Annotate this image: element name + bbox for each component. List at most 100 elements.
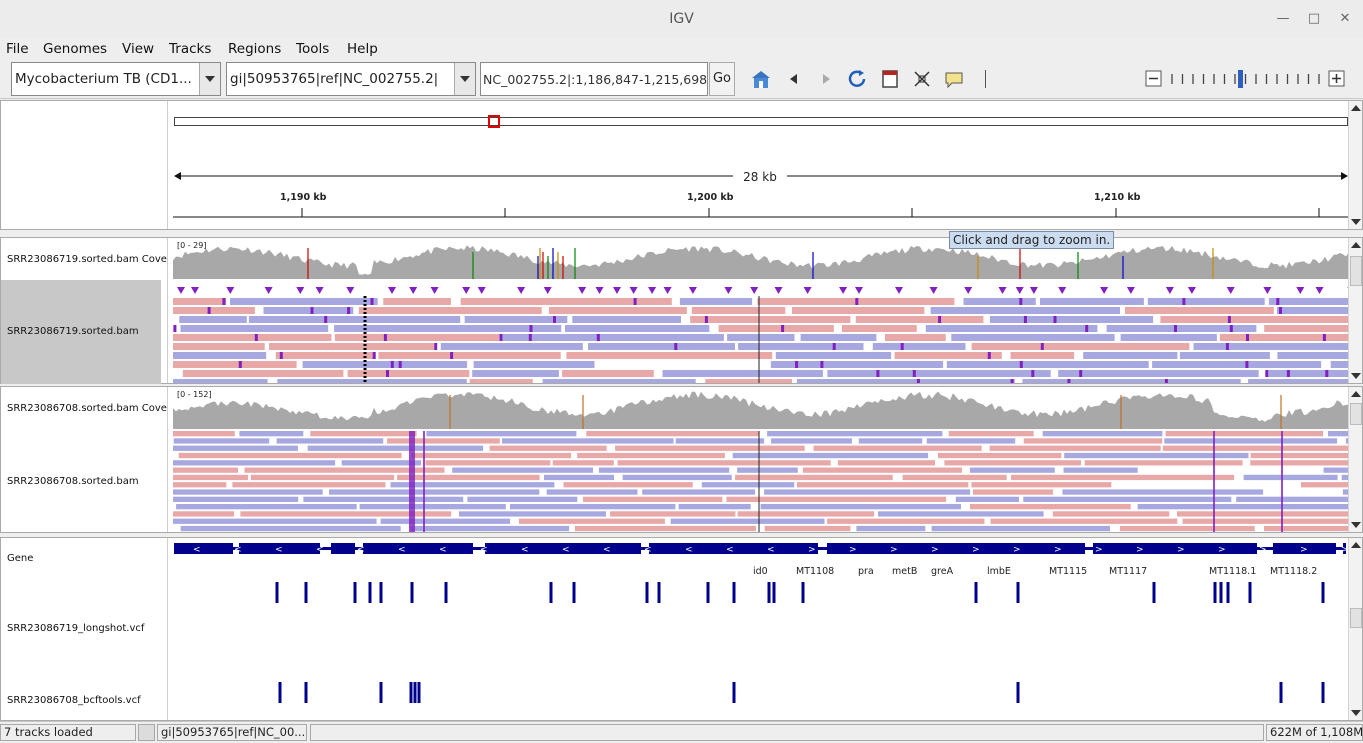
menu-genomes[interactable]: Genomes xyxy=(43,41,107,57)
back-icon[interactable] xyxy=(783,68,805,90)
read xyxy=(546,489,638,495)
insertion-marker xyxy=(430,287,439,294)
menu-regions[interactable]: Regions xyxy=(228,41,281,57)
read xyxy=(1119,525,1255,532)
insertion-marker xyxy=(409,287,418,294)
alignment-view-1[interactable] xyxy=(173,238,1349,383)
minimize-button[interactable]: — xyxy=(1274,10,1292,28)
close-button[interactable]: ✕ xyxy=(1336,10,1354,28)
insertion-marker xyxy=(674,343,678,350)
read xyxy=(1268,370,1349,377)
insertion-marker xyxy=(876,370,880,377)
read xyxy=(380,518,511,524)
insertion-marker xyxy=(346,287,355,294)
insertion-marker xyxy=(1058,287,1067,294)
variant-marker xyxy=(304,682,308,703)
read xyxy=(1250,452,1349,459)
read xyxy=(938,452,1062,459)
insertion-marker xyxy=(1182,298,1186,305)
resize-icon[interactable] xyxy=(911,68,933,90)
read xyxy=(894,352,1002,359)
read xyxy=(277,379,467,383)
read xyxy=(615,445,805,451)
feature-data-area[interactable]: < < < < < < < < < < < < < < < > > > > > > > > > > > > > > id0 MT1108… xyxy=(173,538,1349,720)
insertion-marker xyxy=(1279,307,1282,314)
read xyxy=(691,307,786,314)
chromosome-selector[interactable]: gi|50953765|ref|NC_002755.2| xyxy=(226,62,476,96)
maximize-button[interactable]: □ xyxy=(1305,10,1323,28)
insertion-marker xyxy=(1276,298,1280,305)
read xyxy=(1160,316,1349,323)
track-name-bam-1[interactable]: SRR23086719.sorted.bam xyxy=(7,326,167,337)
insertion-marker xyxy=(781,325,785,332)
read xyxy=(586,431,759,437)
insertion-marker xyxy=(462,287,471,294)
menu-tracks[interactable]: Tracks xyxy=(169,41,211,57)
ruler-area[interactable]: 28 kb 1,190 kb 1,200 kb 1,210 kb xyxy=(173,101,1349,229)
read xyxy=(542,379,696,383)
insertion-marker xyxy=(383,334,387,341)
genome-value: Mycobacterium TB (CD1... xyxy=(15,71,192,87)
gene-gap xyxy=(818,550,827,554)
bam1-data-area[interactable]: [0 - 29] xyxy=(173,238,1349,383)
track-name-vcf-2[interactable]: SRR23086708_bcftools.vcf xyxy=(7,695,167,706)
track-name-gene[interactable]: Gene xyxy=(7,553,167,564)
insertion-marker xyxy=(987,352,991,359)
variant-marker xyxy=(417,682,421,703)
read xyxy=(771,438,852,444)
track-name-bam-2[interactable]: SRR23086708.sorted.bam xyxy=(7,476,167,487)
insertion-marker xyxy=(1227,316,1231,323)
read xyxy=(473,361,595,368)
home-icon[interactable] xyxy=(750,68,772,90)
read xyxy=(173,361,297,368)
track-name-coverage-2[interactable]: SRR23086708.sorted.bam Coverage xyxy=(7,403,167,414)
variant-marker xyxy=(1016,582,1020,603)
bam1-scrollbar[interactable] xyxy=(1348,238,1362,383)
menu-help[interactable]: Help xyxy=(347,41,378,57)
feature-scrollbar[interactable] xyxy=(1348,538,1362,720)
track-name-vcf-1[interactable]: SRR23086719_longshot.vcf xyxy=(7,623,167,634)
alignment-view-2[interactable] xyxy=(173,387,1349,532)
insertion-marker xyxy=(1100,287,1109,294)
menu-file[interactable]: File xyxy=(6,41,29,57)
read xyxy=(180,525,401,532)
ruler-scrollbar[interactable] xyxy=(1348,101,1362,229)
insertion-marker xyxy=(1165,287,1174,294)
bam2-scrollbar[interactable] xyxy=(1348,387,1362,532)
zoom-slider[interactable] xyxy=(1145,68,1353,90)
insertion-marker xyxy=(324,316,328,323)
read xyxy=(1323,467,1349,473)
chevron-down-icon[interactable] xyxy=(199,63,220,95)
forward-icon[interactable] xyxy=(815,68,837,90)
strand-arrow: > xyxy=(1054,545,1062,555)
read xyxy=(173,445,298,451)
menu-tools[interactable]: Tools xyxy=(296,41,329,57)
locus-value: NC_002755.2|:1,186,847-1,215,698 xyxy=(483,72,708,87)
bam2-data-area[interactable]: [0 - 152] xyxy=(173,387,1349,532)
insertion-marker xyxy=(633,298,637,305)
locus-input[interactable]: NC_002755.2|:1,186,847-1,215,698 xyxy=(480,62,708,96)
insertion-column xyxy=(1213,431,1215,532)
insertion-marker xyxy=(279,352,283,359)
go-button[interactable]: Go xyxy=(709,62,735,96)
menu-view[interactable]: View xyxy=(122,41,154,57)
read xyxy=(727,334,795,341)
read xyxy=(1063,467,1138,473)
insertion-column xyxy=(413,431,415,532)
refresh-icon[interactable] xyxy=(846,68,868,90)
chevron-down-icon[interactable] xyxy=(454,63,475,95)
genome-selector[interactable]: Mycobacterium TB (CD1... xyxy=(11,62,221,96)
insertion-marker xyxy=(238,361,242,368)
gene-gap xyxy=(1085,550,1093,554)
read xyxy=(1179,352,1270,359)
variant-marker xyxy=(657,582,661,603)
roi-icon[interactable] xyxy=(879,68,901,90)
read xyxy=(764,489,971,495)
read xyxy=(764,525,851,532)
coverage-histogram xyxy=(173,245,1349,279)
chromosome-ideogram[interactable] xyxy=(174,117,1348,126)
gene-label: metB xyxy=(892,566,918,577)
track-name-coverage-1[interactable]: SRR23086719.sorted.bam Coverage xyxy=(7,254,167,265)
popup-info-icon[interactable] xyxy=(943,68,965,90)
variant-marker xyxy=(304,582,308,603)
